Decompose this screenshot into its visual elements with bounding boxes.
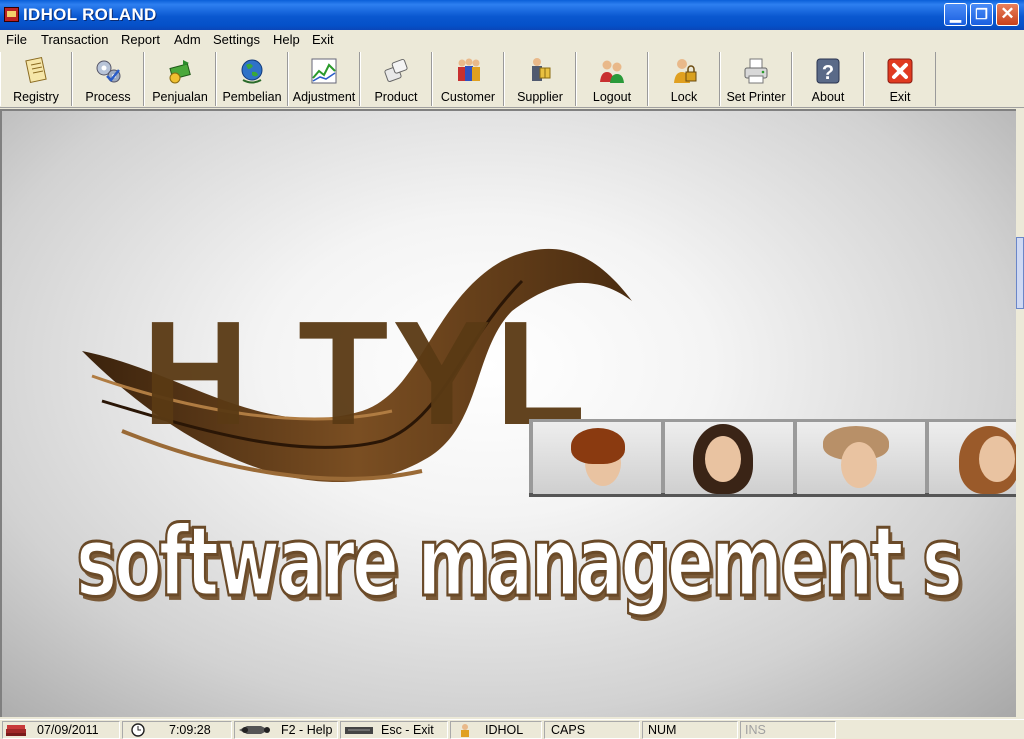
banner-tagline: software management s bbox=[75, 505, 964, 620]
supplier-label: Supplier bbox=[517, 90, 563, 104]
close-button[interactable]: ✕ bbox=[996, 3, 1019, 26]
lock-icon bbox=[674, 59, 697, 83]
customer-button[interactable]: Customer bbox=[432, 52, 504, 106]
menu-help[interactable]: Help bbox=[273, 32, 300, 47]
keyboard-key-icon bbox=[345, 727, 373, 734]
chart-icon bbox=[311, 58, 337, 84]
adjustment-button[interactable]: Adjustment bbox=[288, 52, 360, 106]
pembelian-label: Pembelian bbox=[222, 90, 282, 104]
status-caps: CAPS bbox=[544, 721, 640, 739]
minimize-button[interactable]: ▁ bbox=[944, 3, 967, 26]
customer-label: Customer bbox=[440, 90, 496, 104]
user-icon bbox=[461, 724, 469, 737]
product-button[interactable]: Product bbox=[360, 52, 432, 106]
menu-file[interactable]: File bbox=[6, 32, 27, 47]
scrollbar-thumb[interactable] bbox=[1016, 237, 1024, 309]
registry-icon bbox=[25, 56, 47, 84]
books-icon bbox=[6, 725, 26, 736]
exit-icon bbox=[887, 58, 913, 84]
vertical-scrollbar[interactable] bbox=[1016, 109, 1024, 717]
hairstyle-photo bbox=[797, 422, 925, 494]
status-ins: INS bbox=[740, 721, 836, 739]
status-caps-text: CAPS bbox=[551, 723, 586, 737]
supplier-button[interactable]: Supplier bbox=[504, 52, 576, 106]
status-exit-text: Esc - Exit bbox=[381, 723, 434, 737]
app-icon[interactable] bbox=[4, 7, 19, 22]
adjustment-label: Adjustment bbox=[292, 90, 356, 104]
hairstyle-photo bbox=[665, 422, 793, 494]
window-title: IDHOL ROLAND bbox=[23, 5, 157, 24]
status-time-text: 7:09:28 bbox=[169, 723, 211, 737]
status-num: NUM bbox=[642, 721, 738, 739]
menu-settings[interactable]: Settings bbox=[213, 32, 260, 47]
about-button[interactable]: ? About bbox=[792, 52, 864, 106]
status-user-text: IDHOL bbox=[485, 723, 524, 737]
title-bar: IDHOL ROLAND ▁ ❐ ✕ bbox=[0, 0, 1024, 30]
supplier-icon bbox=[532, 58, 551, 81]
status-num-text: NUM bbox=[648, 723, 677, 737]
banner-title: H TYL bbox=[142, 291, 590, 456]
hairstyle-photo bbox=[533, 422, 661, 494]
menu-report[interactable]: Report bbox=[121, 32, 160, 47]
logout-button[interactable]: Logout bbox=[576, 52, 648, 106]
globe-icon bbox=[241, 59, 263, 84]
status-exit: Esc - Exit bbox=[340, 721, 448, 739]
status-date-text: 07/09/2011 bbox=[37, 723, 99, 737]
menu-bar: File Transaction Report Adm Settings Hel… bbox=[0, 30, 1024, 50]
status-ins-text: INS bbox=[745, 723, 766, 737]
toolbar: Registry Process Penjualan Pembelian Adj… bbox=[0, 50, 1024, 108]
keyboard-icon bbox=[239, 726, 270, 734]
exit-label: Exit bbox=[889, 90, 911, 104]
set-printer-label: Set Printer bbox=[726, 90, 786, 104]
lock-button[interactable]: Lock bbox=[648, 52, 720, 106]
pembelian-button[interactable]: Pembelian bbox=[216, 52, 288, 106]
maximize-button[interactable]: ❐ bbox=[970, 3, 993, 26]
gears-icon bbox=[96, 60, 121, 83]
printer-icon bbox=[744, 58, 768, 84]
hairstyle-photo bbox=[929, 422, 1016, 494]
svg-text:?: ? bbox=[822, 62, 834, 84]
status-help: F2 - Help bbox=[234, 721, 338, 739]
status-time: 7:09:28 bbox=[122, 721, 232, 739]
menu-exit[interactable]: Exit bbox=[312, 32, 334, 47]
process-button[interactable]: Process bbox=[72, 52, 144, 106]
hairstyle-photo-strip bbox=[529, 419, 1016, 497]
registry-button[interactable]: Registry bbox=[0, 52, 72, 106]
money-icon bbox=[169, 60, 191, 84]
exit-button[interactable]: Exit bbox=[864, 52, 936, 106]
users-icon bbox=[600, 60, 624, 83]
penjualan-button[interactable]: Penjualan bbox=[144, 52, 216, 106]
set-printer-button[interactable]: Set Printer bbox=[720, 52, 792, 106]
logout-label: Logout bbox=[592, 90, 632, 104]
lock-label: Lock bbox=[670, 90, 698, 104]
product-label: Product bbox=[374, 90, 418, 104]
menu-transaction[interactable]: Transaction bbox=[41, 32, 108, 47]
status-help-text: F2 - Help bbox=[281, 723, 333, 737]
status-bar: 07/09/2011 7:09:28 F2 - Help Esc - Exit … bbox=[0, 719, 1024, 739]
clock-icon bbox=[131, 723, 145, 737]
process-label: Process bbox=[85, 90, 131, 104]
question-icon: ? bbox=[816, 58, 840, 84]
status-user: IDHOL bbox=[450, 721, 542, 739]
splash-banner: H TYL software management s bbox=[0, 109, 1016, 717]
status-date: 07/09/2011 bbox=[2, 721, 120, 739]
penjualan-label: Penjualan bbox=[152, 90, 208, 104]
menu-adm[interactable]: Adm bbox=[174, 32, 201, 47]
product-icon bbox=[384, 58, 408, 82]
about-label: About bbox=[811, 90, 845, 104]
customer-icon bbox=[458, 58, 480, 81]
registry-label: Registry bbox=[13, 90, 59, 104]
